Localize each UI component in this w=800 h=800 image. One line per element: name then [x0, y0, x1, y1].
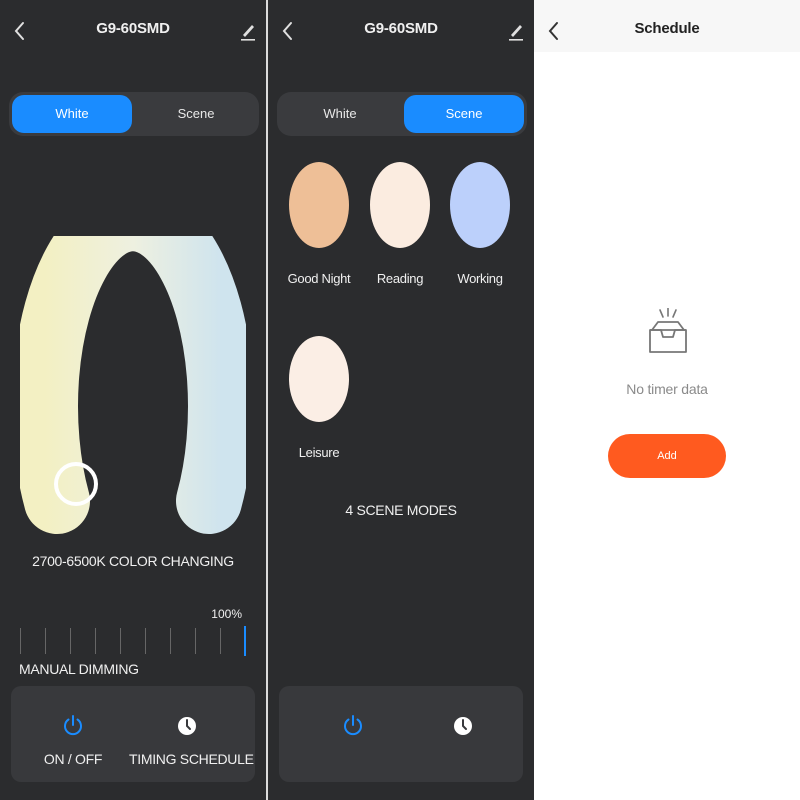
brightness-tick: [95, 628, 96, 654]
scene-swatch: [450, 162, 510, 248]
white-mode-screen: G9-60SMD White Scene 2700-6500K COLOR CH…: [0, 0, 266, 800]
brightness-tick: [195, 628, 196, 654]
scene-working[interactable]: Working: [440, 162, 520, 286]
scene-leisure[interactable]: Leisure: [279, 336, 359, 460]
scene-mode-screen: G9-60SMD White Scene Good Night Reading …: [268, 0, 534, 800]
power-label: ON / OFF: [43, 751, 103, 767]
temperature-knob[interactable]: [54, 462, 98, 506]
timing-schedule-button[interactable]: TIMING SCHEDULE: [129, 714, 254, 767]
scene-swatch: [370, 162, 430, 248]
power-icon: [344, 715, 362, 736]
schedule-label: TIMING SCHEDULE: [129, 751, 254, 767]
tab-white[interactable]: White: [280, 95, 400, 133]
scene-label: Reading: [376, 271, 424, 286]
schedule-screen: Schedule No timer data Add: [534, 0, 800, 800]
brightness-indicator[interactable]: [244, 626, 246, 656]
scene-count-caption: 4 SCENE MODES: [345, 502, 457, 518]
mode-toggle: White Scene: [9, 92, 259, 136]
clock-icon: [178, 717, 196, 735]
power-icon: [64, 715, 82, 736]
brightness-tick: [45, 628, 46, 654]
scene-swatch: [289, 162, 349, 248]
scene-label: Good Night: [287, 271, 351, 286]
tab-white[interactable]: White: [12, 95, 132, 133]
tab-scene[interactable]: Scene: [136, 95, 256, 133]
timing-schedule-button[interactable]: [443, 714, 483, 743]
brightness-tick: [170, 628, 171, 654]
scene-label: Leisure: [298, 445, 340, 460]
clock-icon: [454, 717, 472, 735]
device-title: G9-60SMD: [364, 20, 438, 37]
color-temperature-wheel[interactable]: [12, 185, 254, 536]
scene-good-night[interactable]: Good Night: [279, 162, 359, 286]
add-timer-button[interactable]: Add: [608, 434, 726, 478]
bottom-control-bar: [279, 686, 523, 782]
tab-scene[interactable]: Scene: [404, 95, 524, 133]
edit-icon[interactable]: [506, 20, 526, 42]
scene-label: Working: [457, 271, 503, 286]
scene-reading[interactable]: Reading: [360, 162, 440, 286]
brightness-slider[interactable]: [20, 626, 246, 656]
brightness-tick: [70, 628, 71, 654]
power-button[interactable]: [333, 714, 373, 743]
bottom-control-bar: ON / OFF TIMING SCHEDULE: [11, 686, 255, 782]
dimming-label: MANUAL DIMMING: [19, 661, 139, 677]
power-button[interactable]: ON / OFF: [41, 714, 105, 767]
color-range-caption: 2700-6500K COLOR CHANGING: [32, 553, 234, 569]
empty-inbox-icon: [646, 307, 690, 358]
device-title: G9-60SMD: [96, 20, 170, 37]
mode-toggle: White Scene: [277, 92, 527, 136]
brightness-tick: [120, 628, 121, 654]
brightness-tick: [145, 628, 146, 654]
edit-icon[interactable]: [238, 20, 258, 42]
schedule-title: Schedule: [634, 20, 700, 37]
brightness-percent: 100%: [211, 607, 242, 621]
empty-state-text: No timer data: [626, 381, 708, 397]
brightness-tick: [20, 628, 21, 654]
scene-swatch: [289, 336, 349, 422]
brightness-tick: [220, 628, 221, 654]
